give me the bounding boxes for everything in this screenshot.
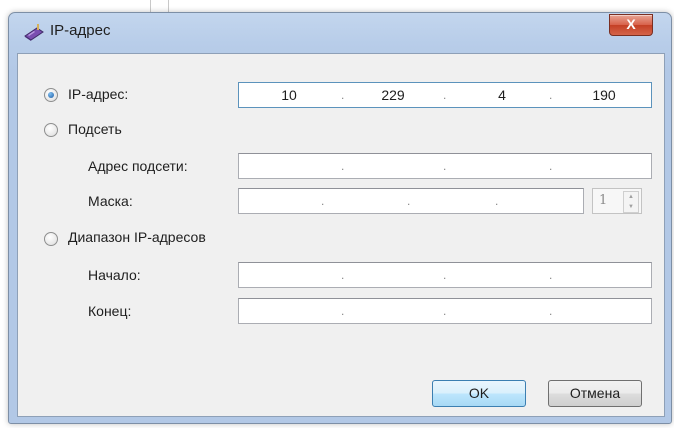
mask-prefix-value: 1 xyxy=(599,193,608,208)
ip-separator: . xyxy=(321,194,325,208)
ip-separator: . xyxy=(549,159,553,173)
mask-label: Маска: xyxy=(88,193,133,209)
ip-separator: . xyxy=(341,268,345,282)
ip-octet-3: 4 xyxy=(498,87,506,103)
ip-octet-1: 10 xyxy=(281,87,297,103)
ip-separator: . xyxy=(549,88,553,102)
ip-separator: . xyxy=(341,159,345,173)
subnet-address-input[interactable]: . . . xyxy=(238,153,652,179)
close-button[interactable]: X xyxy=(609,14,653,36)
ip-separator: . xyxy=(549,304,553,318)
ok-button[interactable]: OK xyxy=(432,380,526,407)
subnet-label: Подсеть xyxy=(68,121,122,137)
ip-address-label: IP-адрес: xyxy=(68,86,129,102)
network-card-icon xyxy=(23,22,45,42)
ip-separator: . xyxy=(443,88,447,102)
spinner-buttons: ▲ ▼ xyxy=(623,191,639,213)
ip-separator: . xyxy=(443,304,447,318)
range-end-label: Конец: xyxy=(88,303,132,319)
cancel-button[interactable]: Отмена xyxy=(548,380,642,407)
spin-up-arrow-icon[interactable]: ▲ xyxy=(624,192,638,202)
ip-address-input[interactable]: 10 . 229 . 4 . 190 xyxy=(238,82,652,108)
title-bar[interactable]: IP-адрес X xyxy=(9,13,671,51)
ip-octet-2: 229 xyxy=(381,87,405,103)
subnet-address-label: Адрес подсети: xyxy=(88,158,188,174)
background-divider xyxy=(150,0,151,12)
range-start-label: Начало: xyxy=(88,267,141,283)
range-end-input[interactable]: . . . xyxy=(238,298,652,324)
spin-down-arrow-icon[interactable]: ▼ xyxy=(624,202,638,212)
ip-separator: . xyxy=(407,194,411,208)
ip-range-radio[interactable] xyxy=(44,232,58,246)
background-divider xyxy=(168,0,169,12)
dialog-body: IP-адрес: 10 . 229 . 4 . 190 Подсеть Адр… xyxy=(17,53,665,417)
ip-address-dialog: IP-адрес X IP-адрес: 10 . 229 . 4 . 190 … xyxy=(8,12,672,424)
subnet-radio[interactable] xyxy=(44,123,58,137)
ip-range-label: Диапазон IP-адресов xyxy=(68,229,206,245)
ip-separator: . xyxy=(341,88,345,102)
dialog-title: IP-адрес xyxy=(50,22,111,39)
ip-separator: . xyxy=(341,304,345,318)
range-start-input[interactable]: . . . xyxy=(238,262,652,288)
mask-prefix-spinner[interactable]: 1 ▲ ▼ xyxy=(592,188,642,214)
ip-address-radio[interactable] xyxy=(44,88,58,102)
ip-octet-4: 190 xyxy=(592,87,616,103)
ip-separator: . xyxy=(549,268,553,282)
mask-input[interactable]: . . . xyxy=(238,188,584,214)
ip-separator: . xyxy=(443,159,447,173)
ip-separator: . xyxy=(443,268,447,282)
ip-separator: . xyxy=(495,194,499,208)
